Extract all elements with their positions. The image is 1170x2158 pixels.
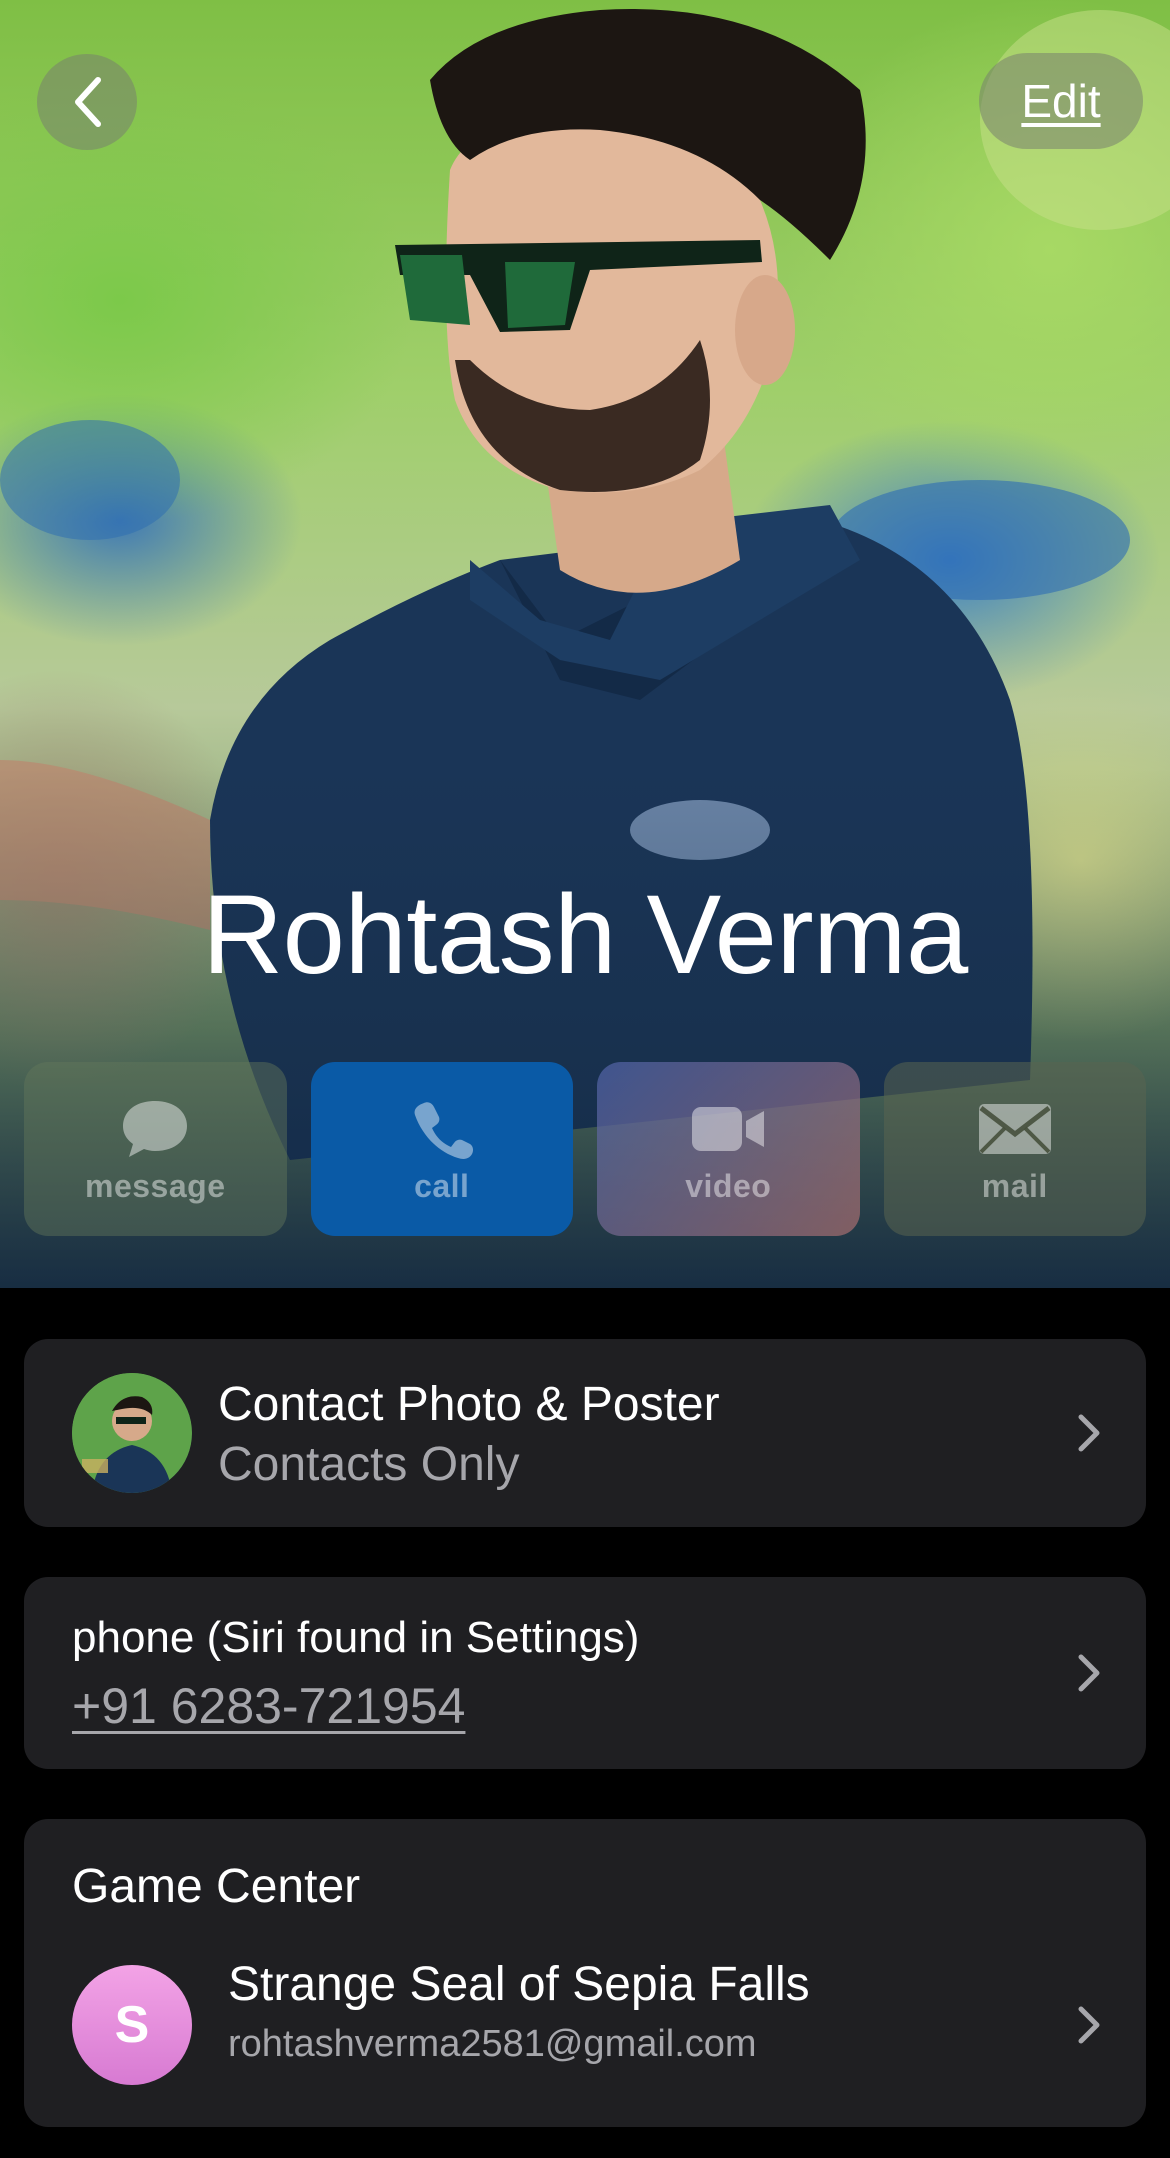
game-center-email: rohtashverma2581@gmail.com: [228, 2023, 757, 2065]
contact-poster: Edit Rohtash Verma message call video ma…: [0, 0, 1170, 1288]
game-center-title: Game Center: [72, 1860, 361, 1913]
contact-name: Rohtash Verma: [202, 872, 968, 997]
edit-button[interactable]: Edit: [979, 53, 1143, 149]
game-center-avatar: S: [72, 1965, 192, 2085]
phone-row[interactable]: phone (Siri found in Settings) +91 6283-…: [24, 1577, 1146, 1769]
message-bubble-icon: [123, 1100, 188, 1157]
phone-number[interactable]: +91 6283-721954: [72, 1677, 465, 1735]
photo-poster-title: Contact Photo & Poster: [218, 1378, 720, 1431]
video-button[interactable]: video: [597, 1062, 860, 1236]
chevron-left-icon: [75, 77, 101, 127]
back-button[interactable]: [37, 54, 137, 150]
quick-actions: message call video mail: [24, 1062, 1146, 1236]
video-label: video: [685, 1167, 772, 1204]
video-camera-icon: [692, 1106, 765, 1151]
phone-label: phone (Siri found in Settings): [72, 1613, 640, 1662]
chevron-right-icon: [1078, 1654, 1100, 1692]
game-center-player-name: Strange Seal of Sepia Falls: [228, 1958, 810, 2011]
envelope-icon: [978, 1103, 1051, 1154]
contact-avatar: [72, 1373, 192, 1493]
call-button[interactable]: call: [310, 1062, 573, 1236]
call-label: call: [414, 1167, 470, 1204]
photo-poster-subtitle: Contacts Only: [218, 1438, 520, 1491]
mail-label: mail: [981, 1167, 1048, 1204]
chevron-right-icon: [1078, 1414, 1100, 1452]
avatar-image: [72, 1373, 192, 1493]
phone-icon: [414, 1101, 473, 1159]
game-center-card: Game Center S Strange Seal of Sepia Fall…: [24, 1819, 1146, 2127]
mail-button[interactable]: mail: [883, 1062, 1146, 1236]
message-button[interactable]: message: [24, 1062, 287, 1236]
chevron-right-icon: [1078, 2006, 1100, 2044]
message-label: message: [85, 1167, 226, 1204]
contact-photo-poster-row[interactable]: Contact Photo & Poster Contacts Only: [24, 1339, 1146, 1527]
